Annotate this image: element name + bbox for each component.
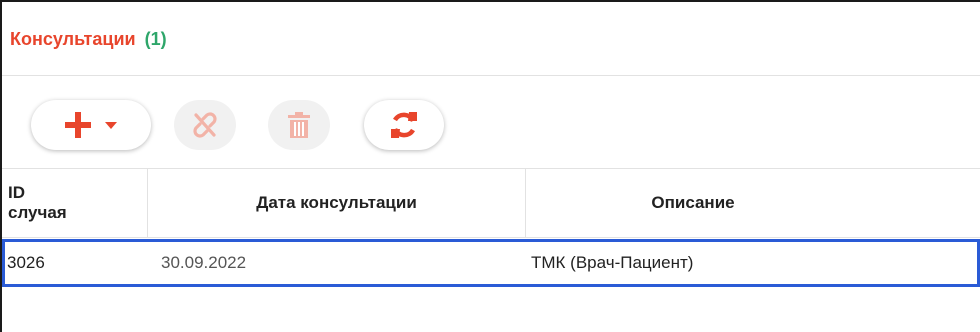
column-header-label: ID случая	[8, 183, 67, 222]
panel-title: Консультации	[10, 29, 136, 49]
panel-header: Консультации (1)	[2, 2, 980, 76]
add-button[interactable]	[31, 100, 151, 150]
table-row[interactable]: 3026 30.09.2022 ТМК (Врач-Пациент)	[2, 239, 980, 287]
toolbar	[2, 76, 980, 169]
table-header: ID случая Дата консультации Описание	[2, 169, 980, 238]
column-header-label: Описание	[651, 193, 735, 212]
column-header-case-id[interactable]: ID случая	[2, 169, 148, 237]
unlink-button[interactable]	[174, 100, 236, 150]
consultations-panel: Консультации (1) ID случая Дата консульт…	[0, 0, 980, 332]
cell-description: ТМК (Врач-Пациент)	[531, 253, 694, 272]
consultations-table: ID случая Дата консультации Описание 302…	[2, 169, 980, 287]
refresh-button[interactable]	[364, 100, 444, 150]
column-header-label: Дата консультации	[256, 193, 417, 212]
unlink-icon	[193, 112, 217, 138]
refresh-icon	[391, 112, 417, 138]
delete-button[interactable]	[268, 100, 330, 150]
column-header-description[interactable]: Описание	[526, 169, 980, 237]
plus-icon	[65, 112, 91, 138]
record-count: (1)	[144, 29, 167, 49]
trash-icon	[288, 112, 310, 138]
chevron-down-icon[interactable]	[104, 120, 118, 130]
column-header-date[interactable]: Дата консультации	[148, 169, 526, 237]
cell-date: 30.09.2022	[161, 253, 247, 272]
cell-case-id: 3026	[7, 253, 45, 272]
